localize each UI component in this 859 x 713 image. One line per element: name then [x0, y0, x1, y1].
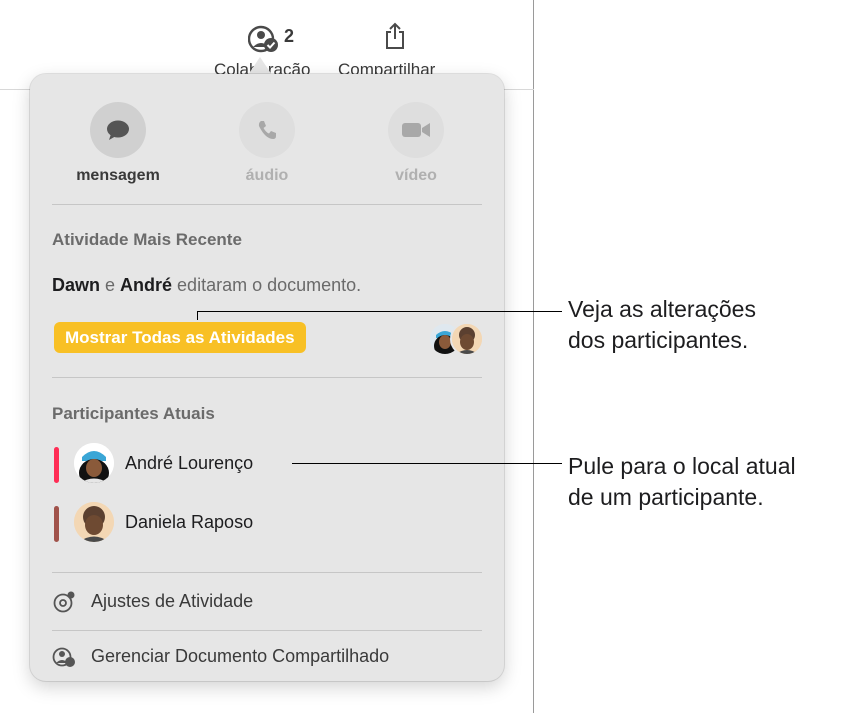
divider [52, 630, 482, 631]
participant-color-bar [54, 447, 59, 483]
avatar [74, 502, 114, 542]
activity-settings-label: Ajustes de Atividade [91, 591, 254, 611]
divider [52, 204, 482, 205]
audio-button[interactable]: áudio [207, 102, 327, 185]
recent-activity-text: Dawn e André editaram o documento. [52, 275, 361, 296]
divider [52, 572, 482, 573]
audio-label: áudio [245, 167, 289, 184]
popover-arrow [248, 57, 272, 75]
collaboration-icon [247, 24, 280, 59]
callout-leader-line [197, 311, 562, 312]
recent-editors-avatars[interactable] [428, 321, 484, 356]
recent-activity-heading: Atividade Mais Recente [52, 230, 242, 249]
activity-description: editaram o documento. [172, 275, 362, 295]
message-button[interactable]: mensagem [58, 102, 178, 185]
callout-line: dos participantes. [568, 327, 749, 353]
activity-settings-icon [52, 590, 76, 619]
video-button[interactable]: vídeo [356, 102, 476, 185]
collaboration-popover: mensagem áudio vídeo Atividade Mais Rece… [30, 74, 504, 681]
participant-row[interactable]: André Lourenço [52, 443, 482, 487]
video-label: vídeo [395, 167, 437, 184]
editor-name: Dawn [52, 275, 101, 295]
conjunction: e [100, 275, 121, 295]
activity-settings-item[interactable]: Ajustes de Atividade [52, 587, 482, 617]
collaboration-icon [52, 645, 76, 674]
message-bubble-icon [90, 102, 146, 158]
phone-icon [239, 102, 295, 158]
callout-line: Pule para o local atual [568, 453, 796, 479]
callout-leader-line [197, 311, 198, 320]
editor-name: André [120, 275, 173, 295]
participant-name: Daniela Raposo [125, 512, 254, 532]
current-participants-heading: Participantes Atuais [52, 404, 215, 423]
participant-color-bar [54, 506, 59, 542]
video-camera-icon [388, 102, 444, 158]
callout-text: Veja as alterações dos participantes. [568, 294, 756, 356]
callout-line: Veja as alterações [568, 296, 756, 322]
participant-row[interactable]: Daniela Raposo [52, 502, 482, 546]
avatar [450, 322, 484, 356]
manage-shared-document-label: Gerenciar Documento Compartilhado [91, 646, 390, 666]
share-icon [384, 22, 406, 55]
callout-line: de um participante. [568, 484, 764, 510]
callout-leader-line [292, 463, 562, 464]
callout-text: Pule para o local atual de um participan… [568, 451, 796, 513]
message-label: mensagem [76, 167, 160, 184]
show-all-activities-button[interactable]: Mostrar Todas as Atividades [54, 322, 306, 353]
divider [52, 377, 482, 378]
manage-shared-document-item[interactable]: Gerenciar Documento Compartilhado [52, 642, 482, 672]
avatar [74, 443, 114, 483]
participant-name: André Lourenço [125, 453, 254, 473]
collaborator-count-badge: 2 [284, 26, 295, 46]
